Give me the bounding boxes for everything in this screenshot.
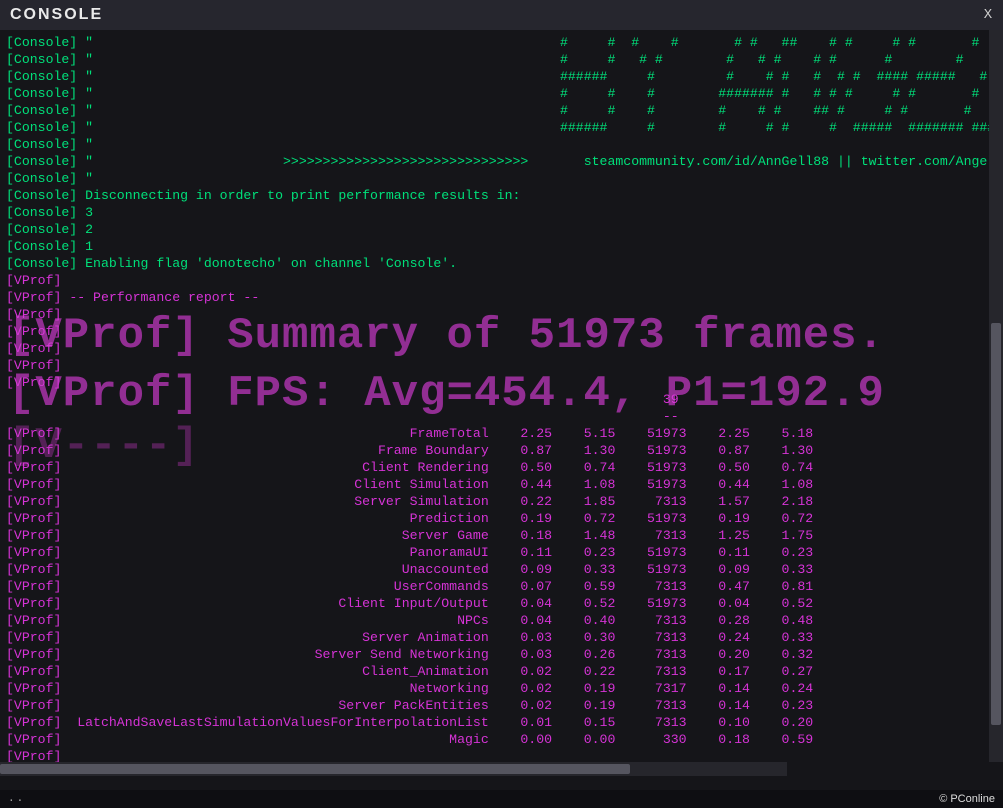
- status-bar: .. © PConline: [0, 790, 1003, 808]
- window-title: CONSOLE: [10, 6, 103, 24]
- vertical-scrollbar-thumb[interactable]: [991, 323, 1001, 726]
- console-output[interactable]: [Console] " # # # # # # ## # # # # # [Co…: [0, 30, 989, 762]
- horizontal-scrollbar[interactable]: [0, 762, 787, 776]
- console-text: [Console] " # # # # # # ## # # # # # [Co…: [0, 30, 989, 762]
- console-body: [Console] " # # # # # # ## # # # # # [Co…: [0, 30, 1003, 790]
- console-window: CONSOLE X [Console] " # # # # # # ## # #…: [0, 0, 1003, 808]
- status-left: ..: [8, 793, 25, 805]
- horizontal-scrollbar-thumb[interactable]: [0, 764, 630, 774]
- vertical-scrollbar[interactable]: [989, 30, 1003, 762]
- titlebar: CONSOLE X: [0, 0, 1003, 30]
- close-button[interactable]: X: [979, 6, 997, 24]
- watermark: © PConline: [939, 793, 995, 805]
